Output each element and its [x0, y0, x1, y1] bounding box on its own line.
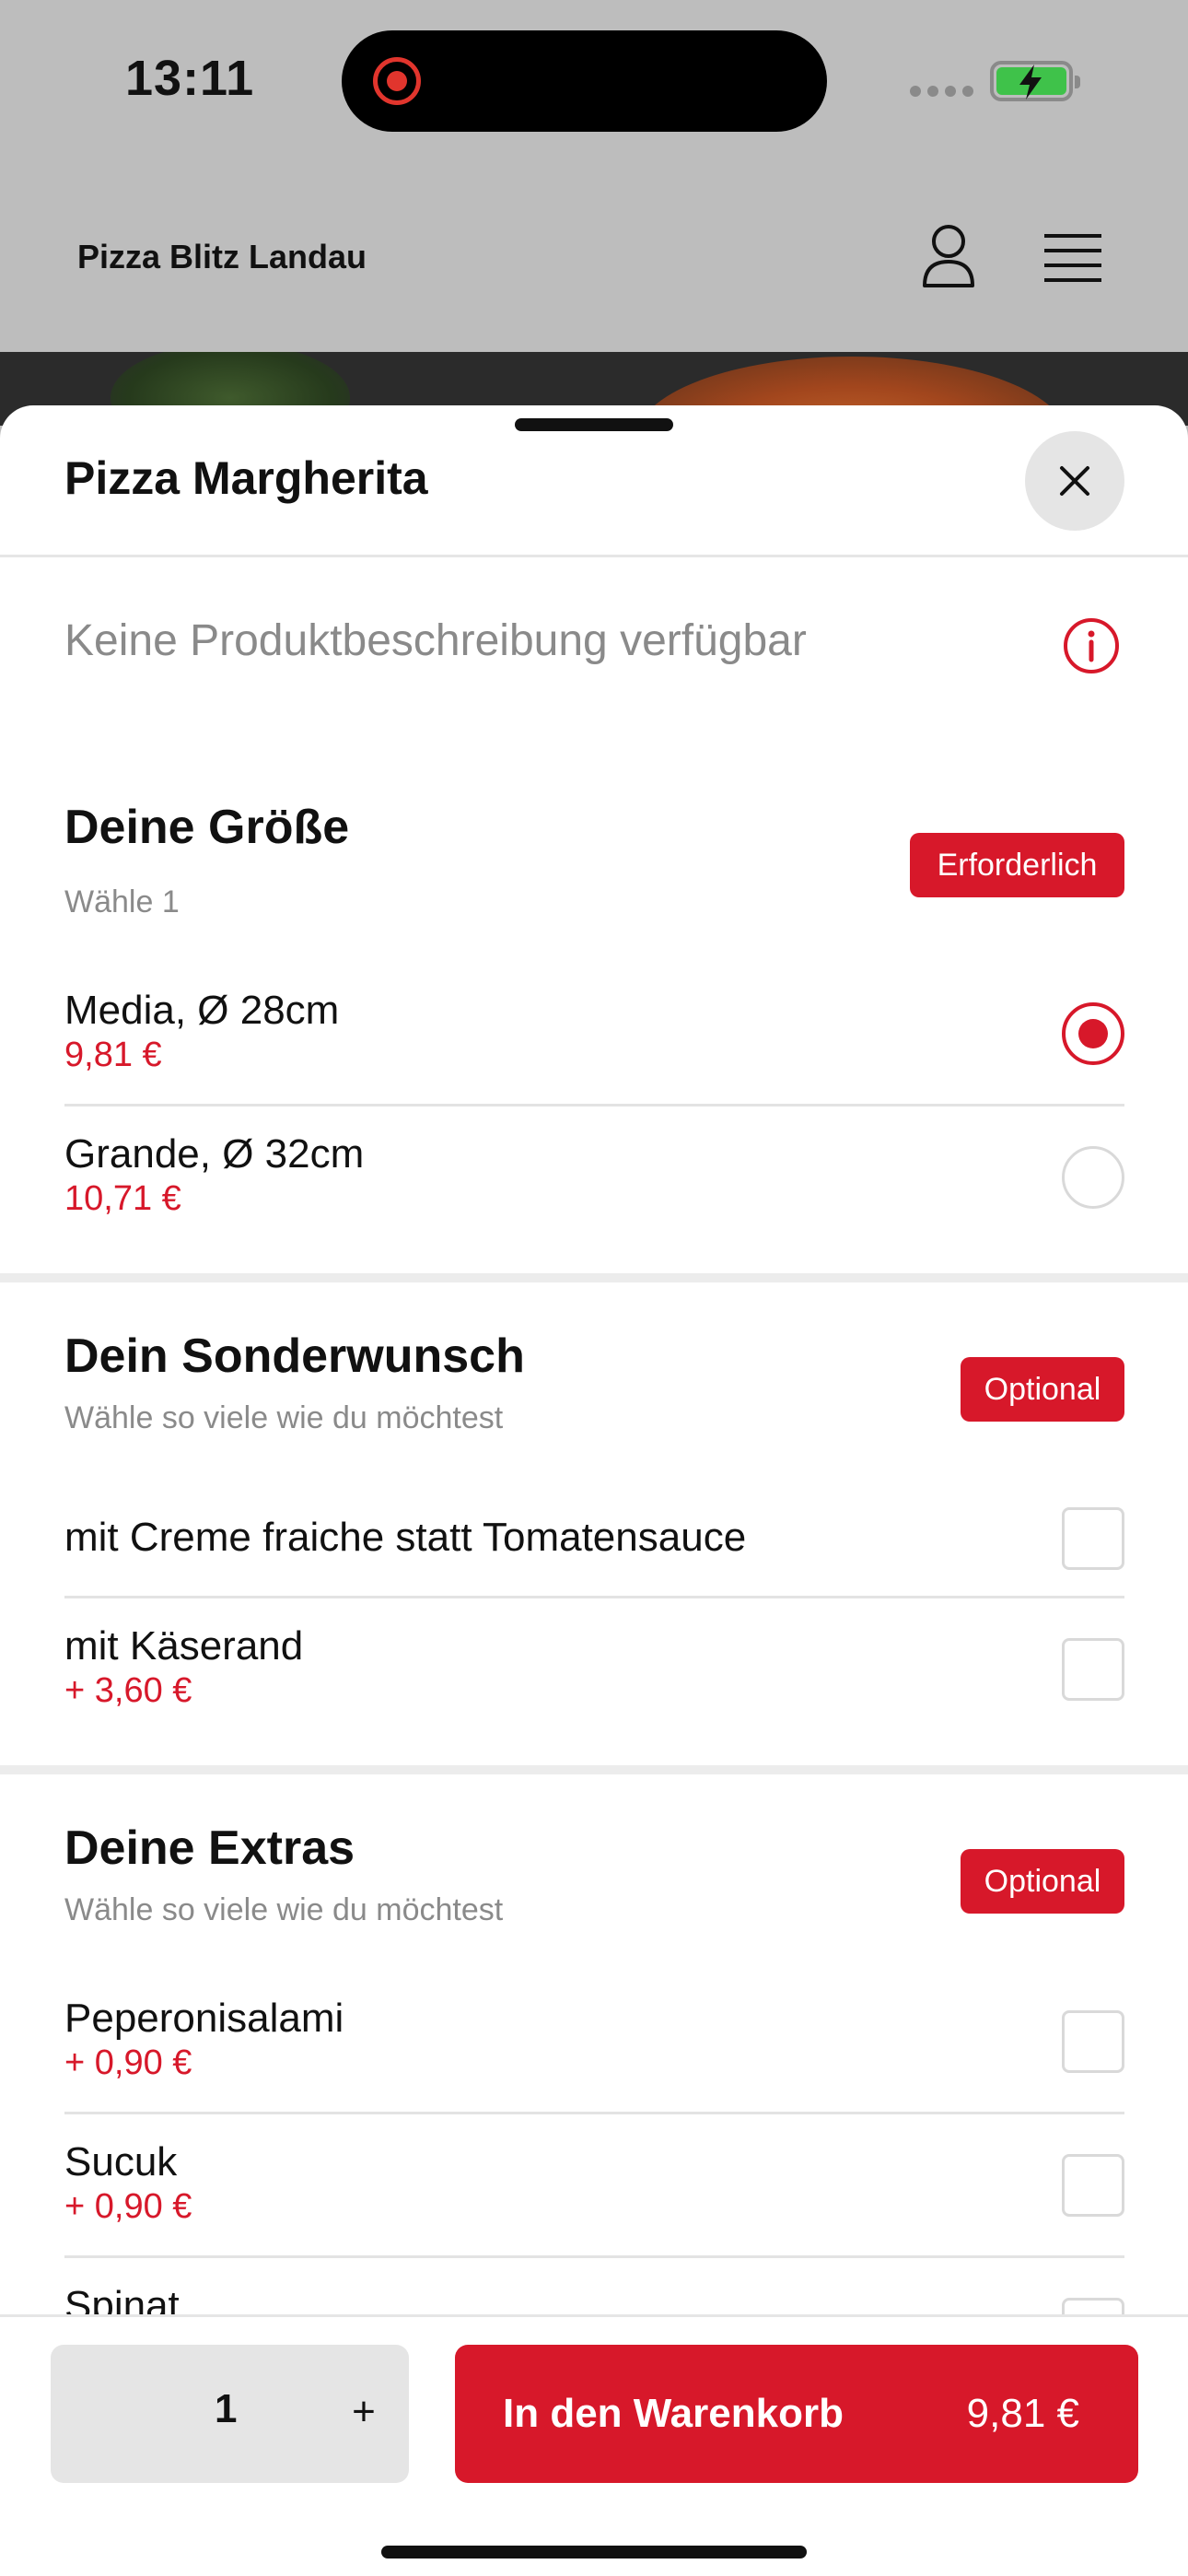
product-title: Pizza Margherita [64, 452, 428, 504]
checkbox-kaeserand[interactable] [1062, 1638, 1124, 1701]
screen-recording-icon [373, 57, 421, 105]
option-price: + 3,60 € [64, 1671, 192, 1710]
option-name[interactable]: Media, Ø 28cm [64, 988, 339, 1034]
section-separator [0, 1273, 1188, 1282]
bottom-action-bar: 1 + In den Warenkorb 9,81 € [0, 2314, 1188, 2576]
battery-charging-icon [990, 61, 1080, 101]
close-icon [1060, 466, 1089, 496]
option-name[interactable]: Peperonisalami [64, 1996, 344, 2042]
add-to-cart-button[interactable]: In den Warenkorb 9,81 € [455, 2345, 1138, 2483]
option-price: + 0,90 € [64, 2043, 192, 2082]
divider [0, 555, 1188, 557]
sheet-grabber[interactable] [515, 418, 673, 431]
option-price: 9,81 € [64, 1036, 162, 1074]
increment-button[interactable]: + [327, 2380, 401, 2444]
optional-badge: Optional [961, 1849, 1124, 1914]
group-title-special-request: Dein Sonderwunsch [64, 1329, 525, 1383]
required-badge: Erforderlich [910, 833, 1124, 897]
quantity-value: 1 [215, 2386, 238, 2431]
size-radio-grande[interactable] [1062, 1146, 1124, 1209]
size-radio-media[interactable] [1062, 1002, 1124, 1065]
divider [64, 1596, 1124, 1598]
user-account-icon[interactable] [919, 223, 978, 289]
checkbox-peperonisalami[interactable] [1062, 2010, 1124, 2073]
dynamic-island [342, 30, 827, 132]
quantity-stepper: 1 + [51, 2345, 409, 2483]
group-title-size: Deine Größe [64, 801, 350, 854]
option-name[interactable]: mit Käserand [64, 1623, 303, 1669]
option-price: + 0,90 € [64, 2187, 192, 2226]
section-separator [0, 1765, 1188, 1774]
checkbox-sucuk[interactable] [1062, 2154, 1124, 2217]
divider [64, 2255, 1124, 2258]
optional-badge: Optional [961, 1357, 1124, 1422]
info-icon[interactable] [1063, 617, 1120, 674]
cellular-signal-icon [910, 86, 974, 97]
divider [64, 1104, 1124, 1107]
option-price: 10,71 € [64, 1179, 181, 1218]
hamburger-menu-icon[interactable] [1042, 232, 1103, 286]
group-subtitle-size: Wähle 1 [64, 884, 180, 919]
option-name[interactable]: mit Creme fraiche statt Tomatensauce [64, 1515, 746, 1561]
divider [64, 2112, 1124, 2114]
add-to-cart-label: In den Warenkorb [503, 2391, 844, 2436]
status-time: 13:11 [125, 51, 255, 106]
status-bar: 13:11 [0, 0, 1188, 166]
app-header: Pizza Blitz Landau [0, 166, 1188, 352]
group-subtitle-special-request: Wähle so viele wie du möchtest [64, 1400, 504, 1435]
group-subtitle-extras: Wähle so viele wie du möchtest [64, 1892, 504, 1927]
restaurant-name[interactable]: Pizza Blitz Landau [77, 238, 367, 276]
option-name[interactable]: Sucuk [64, 2139, 177, 2185]
checkbox-creme-fraiche[interactable] [1062, 1507, 1124, 1570]
home-indicator[interactable] [381, 2546, 807, 2558]
product-sheet: Pizza Margherita Keine Produktbeschreibu… [0, 405, 1188, 2576]
product-description: Keine Produktbeschreibung verfügbar [64, 616, 807, 665]
option-name[interactable]: Grande, Ø 32cm [64, 1131, 364, 1177]
add-to-cart-price: 9,81 € [966, 2391, 1079, 2436]
group-title-extras: Deine Extras [64, 1821, 355, 1875]
close-button[interactable] [1025, 431, 1124, 531]
